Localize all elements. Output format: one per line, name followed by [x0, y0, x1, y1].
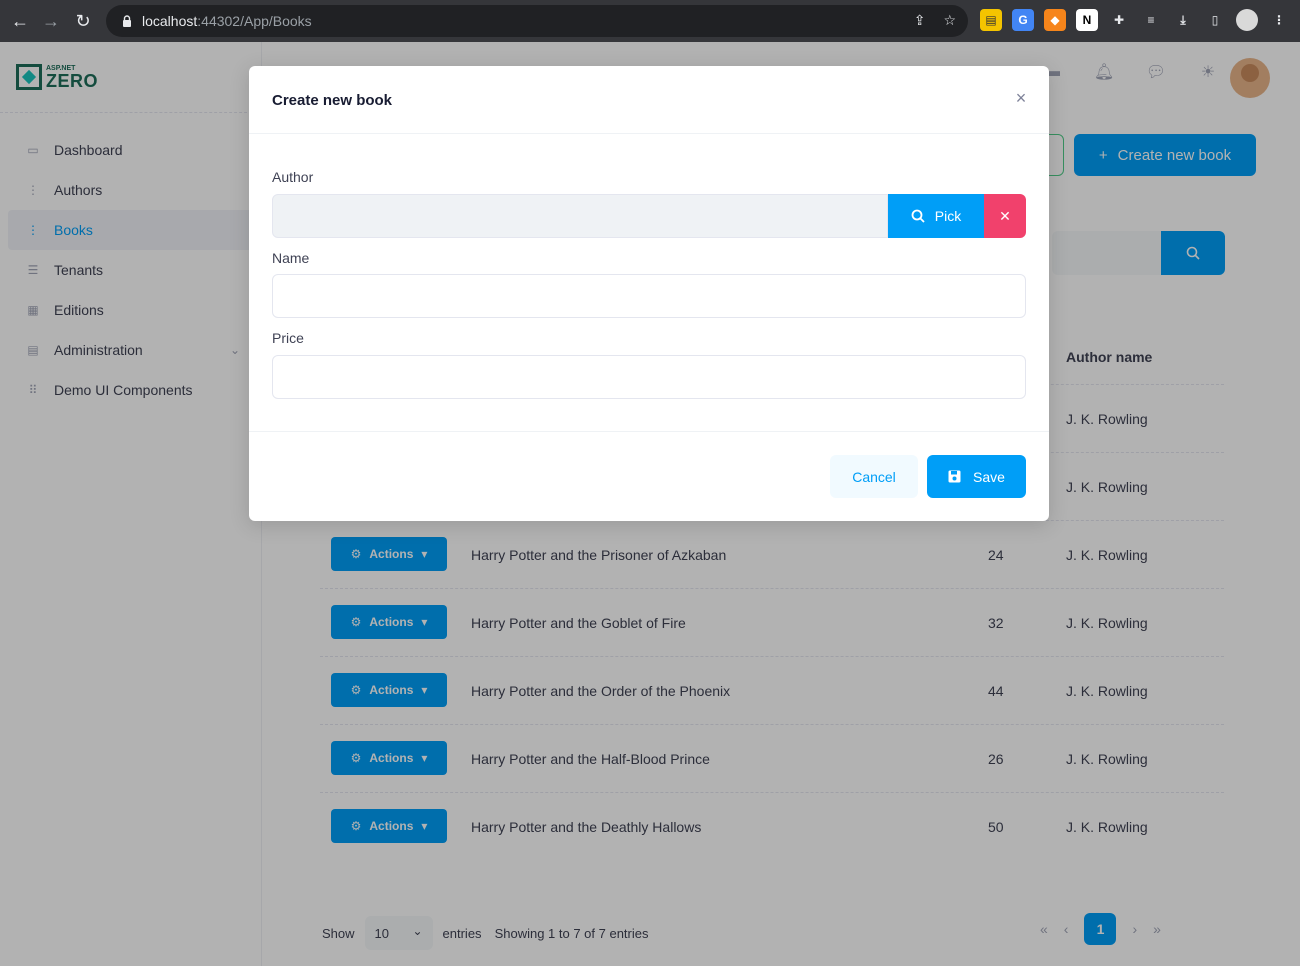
close-icon[interactable]: ×: [1013, 89, 1029, 107]
search-icon: [911, 209, 925, 223]
notion-icon[interactable]: N: [1076, 9, 1098, 31]
metamask-icon[interactable]: ◆: [1044, 9, 1066, 31]
extensions-puzzle-icon[interactable]: ✚: [1108, 9, 1130, 31]
pick-label: Pick: [934, 208, 962, 224]
address-bar[interactable]: localhost:44302/App/Books ⇪ ☆: [106, 5, 968, 37]
create-book-modal: Create new book × Author Pick ✕ Name Pri…: [249, 66, 1049, 521]
modal-header: Create new book ×: [249, 66, 1049, 134]
download-icon[interactable]: ⤓: [1172, 9, 1194, 31]
author-field[interactable]: [272, 194, 888, 238]
floppy-disk-icon: [948, 470, 961, 483]
name-label: Name: [272, 250, 310, 266]
save-label: Save: [973, 468, 1005, 485]
profile-avatar-icon[interactable]: [1236, 9, 1258, 31]
close-icon: ✕: [999, 207, 1011, 224]
price-label: Price: [272, 330, 304, 346]
reading-list-icon[interactable]: ≡: [1140, 9, 1162, 31]
url-path: :44302/App/Books: [197, 13, 312, 29]
modal-footer: Cancel Save: [249, 431, 1049, 521]
reload-icon[interactable]: ↻: [67, 5, 99, 37]
clear-author-button[interactable]: ✕: [984, 194, 1026, 238]
google-translate-icon[interactable]: G: [1012, 9, 1034, 31]
url-host: localhost: [142, 13, 198, 29]
browser-toolbar: ← → ↻ localhost:44302/App/Books ⇪ ☆ ▤ G …: [0, 0, 1300, 42]
author-label: Author: [272, 169, 314, 185]
forward-icon[interactable]: →: [35, 5, 67, 37]
pick-author-button[interactable]: Pick: [888, 194, 984, 238]
browser-menu-icon[interactable]: ⋮: [1268, 9, 1290, 31]
bookmark-star-icon[interactable]: ☆: [943, 12, 956, 29]
extension-notes-icon[interactable]: ▤: [980, 9, 1002, 31]
back-icon[interactable]: ←: [4, 5, 36, 37]
save-button[interactable]: Save: [927, 455, 1026, 498]
name-input[interactable]: [272, 274, 1026, 318]
modal-title: Create new book: [272, 92, 393, 109]
cancel-button[interactable]: Cancel: [830, 455, 918, 498]
lock-icon: [123, 15, 131, 27]
side-panel-icon[interactable]: ▯: [1204, 9, 1226, 31]
share-icon[interactable]: ⇪: [914, 12, 926, 29]
price-input[interactable]: [272, 355, 1026, 399]
